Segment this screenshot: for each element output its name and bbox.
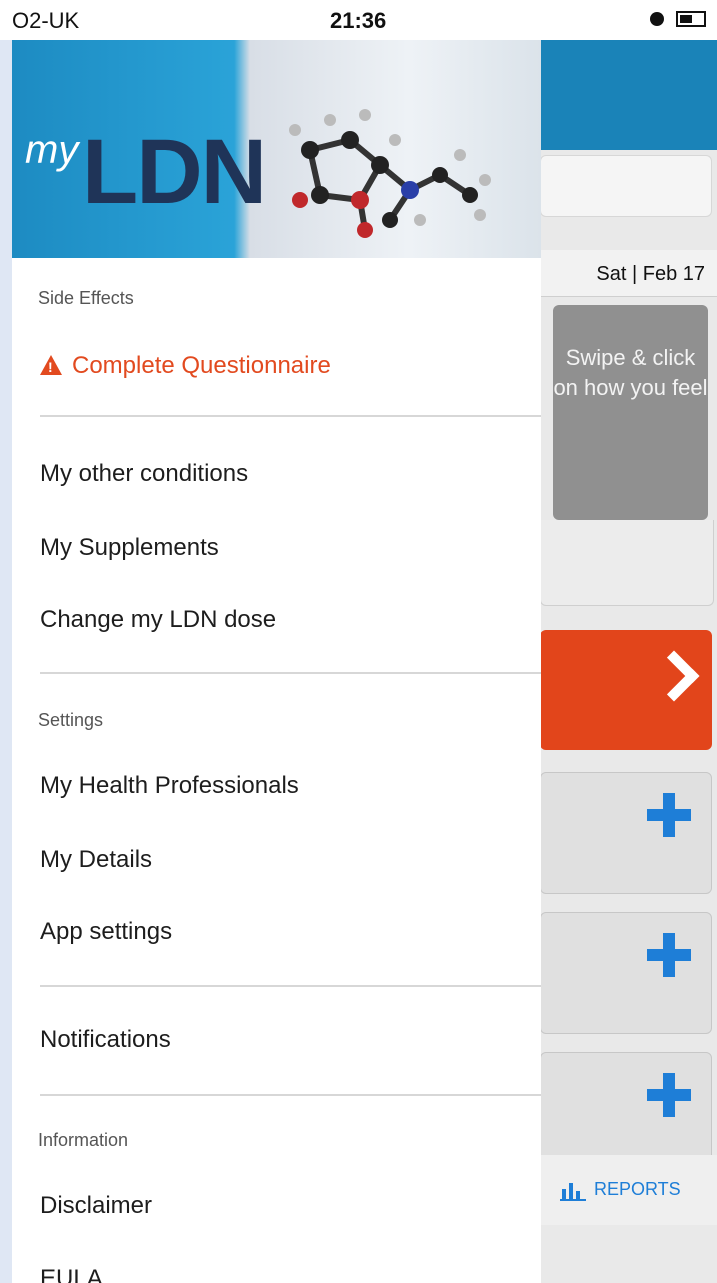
background-app: Sat | Feb 17 Swipe & click on how you fe…	[540, 40, 717, 1283]
reports-label: REPORTS	[594, 1179, 681, 1199]
menu-item-app-settings[interactable]: App settings	[40, 918, 172, 946]
carrier-label: O2-UK	[12, 8, 80, 33]
section-side-effects: Side Effects	[38, 288, 134, 308]
add-card-1[interactable]	[540, 772, 712, 894]
menu-item-my-health-professionals[interactable]: My Health Professionals	[40, 772, 299, 800]
menu-item-disclaimer[interactable]: Disclaimer	[40, 1192, 152, 1220]
complete-questionnaire-item[interactable]: Complete Questionnaire	[40, 352, 331, 380]
status-icons	[650, 10, 707, 28]
plus-icon	[647, 793, 691, 837]
section-information: Information	[38, 1130, 129, 1150]
divider	[40, 672, 541, 674]
molecule-graphic	[289, 109, 491, 238]
battery-icon	[676, 10, 707, 27]
swipe-mood-card[interactable]: Swipe & click on how you feel	[553, 305, 708, 520]
section-settings: Settings	[38, 710, 104, 730]
plus-icon	[647, 1073, 691, 1117]
navigation-drawer: my LDN Side Effects !Complete Questionna…	[12, 40, 541, 1283]
divider	[40, 415, 541, 417]
search-field[interactable]	[540, 155, 712, 217]
menu-item-change-ldn-dose[interactable]: Change my LDN dose	[40, 606, 276, 634]
app-header-bar	[540, 40, 717, 150]
date-label: Sat | Feb 17	[596, 263, 705, 285]
drawer-header: my LDN	[12, 40, 541, 258]
warning-icon	[40, 355, 62, 375]
add-card-2[interactable]	[540, 912, 712, 1034]
clock-time: 21:36	[330, 8, 387, 33]
reports-tab[interactable]: REPORTS	[540, 1155, 717, 1225]
menu-item-my-supplements[interactable]: My Supplements	[40, 534, 219, 562]
logo-my: my	[25, 128, 79, 172]
logo-ldn: LDN	[82, 121, 267, 223]
menu-item-my-other-conditions[interactable]: My other conditions	[40, 460, 248, 488]
bar-chart-icon	[560, 1179, 586, 1201]
menu-item-my-details[interactable]: My Details	[40, 846, 152, 874]
plus-icon	[647, 933, 691, 977]
date-row: Sat | Feb 17	[540, 250, 717, 297]
divider	[40, 1094, 541, 1096]
alarm-icon	[650, 11, 664, 26]
complete-questionnaire-label: Complete Questionnaire	[72, 352, 331, 379]
status-bar: O2-UK 21:36	[0, 0, 717, 40]
next-button[interactable]	[540, 630, 712, 750]
chevron-right-icon	[648, 650, 700, 702]
mood-card-footer	[540, 520, 714, 606]
divider	[40, 985, 541, 987]
menu-item-notifications[interactable]: Notifications	[40, 1026, 171, 1054]
menu-item-eula[interactable]: EULA	[40, 1265, 103, 1283]
